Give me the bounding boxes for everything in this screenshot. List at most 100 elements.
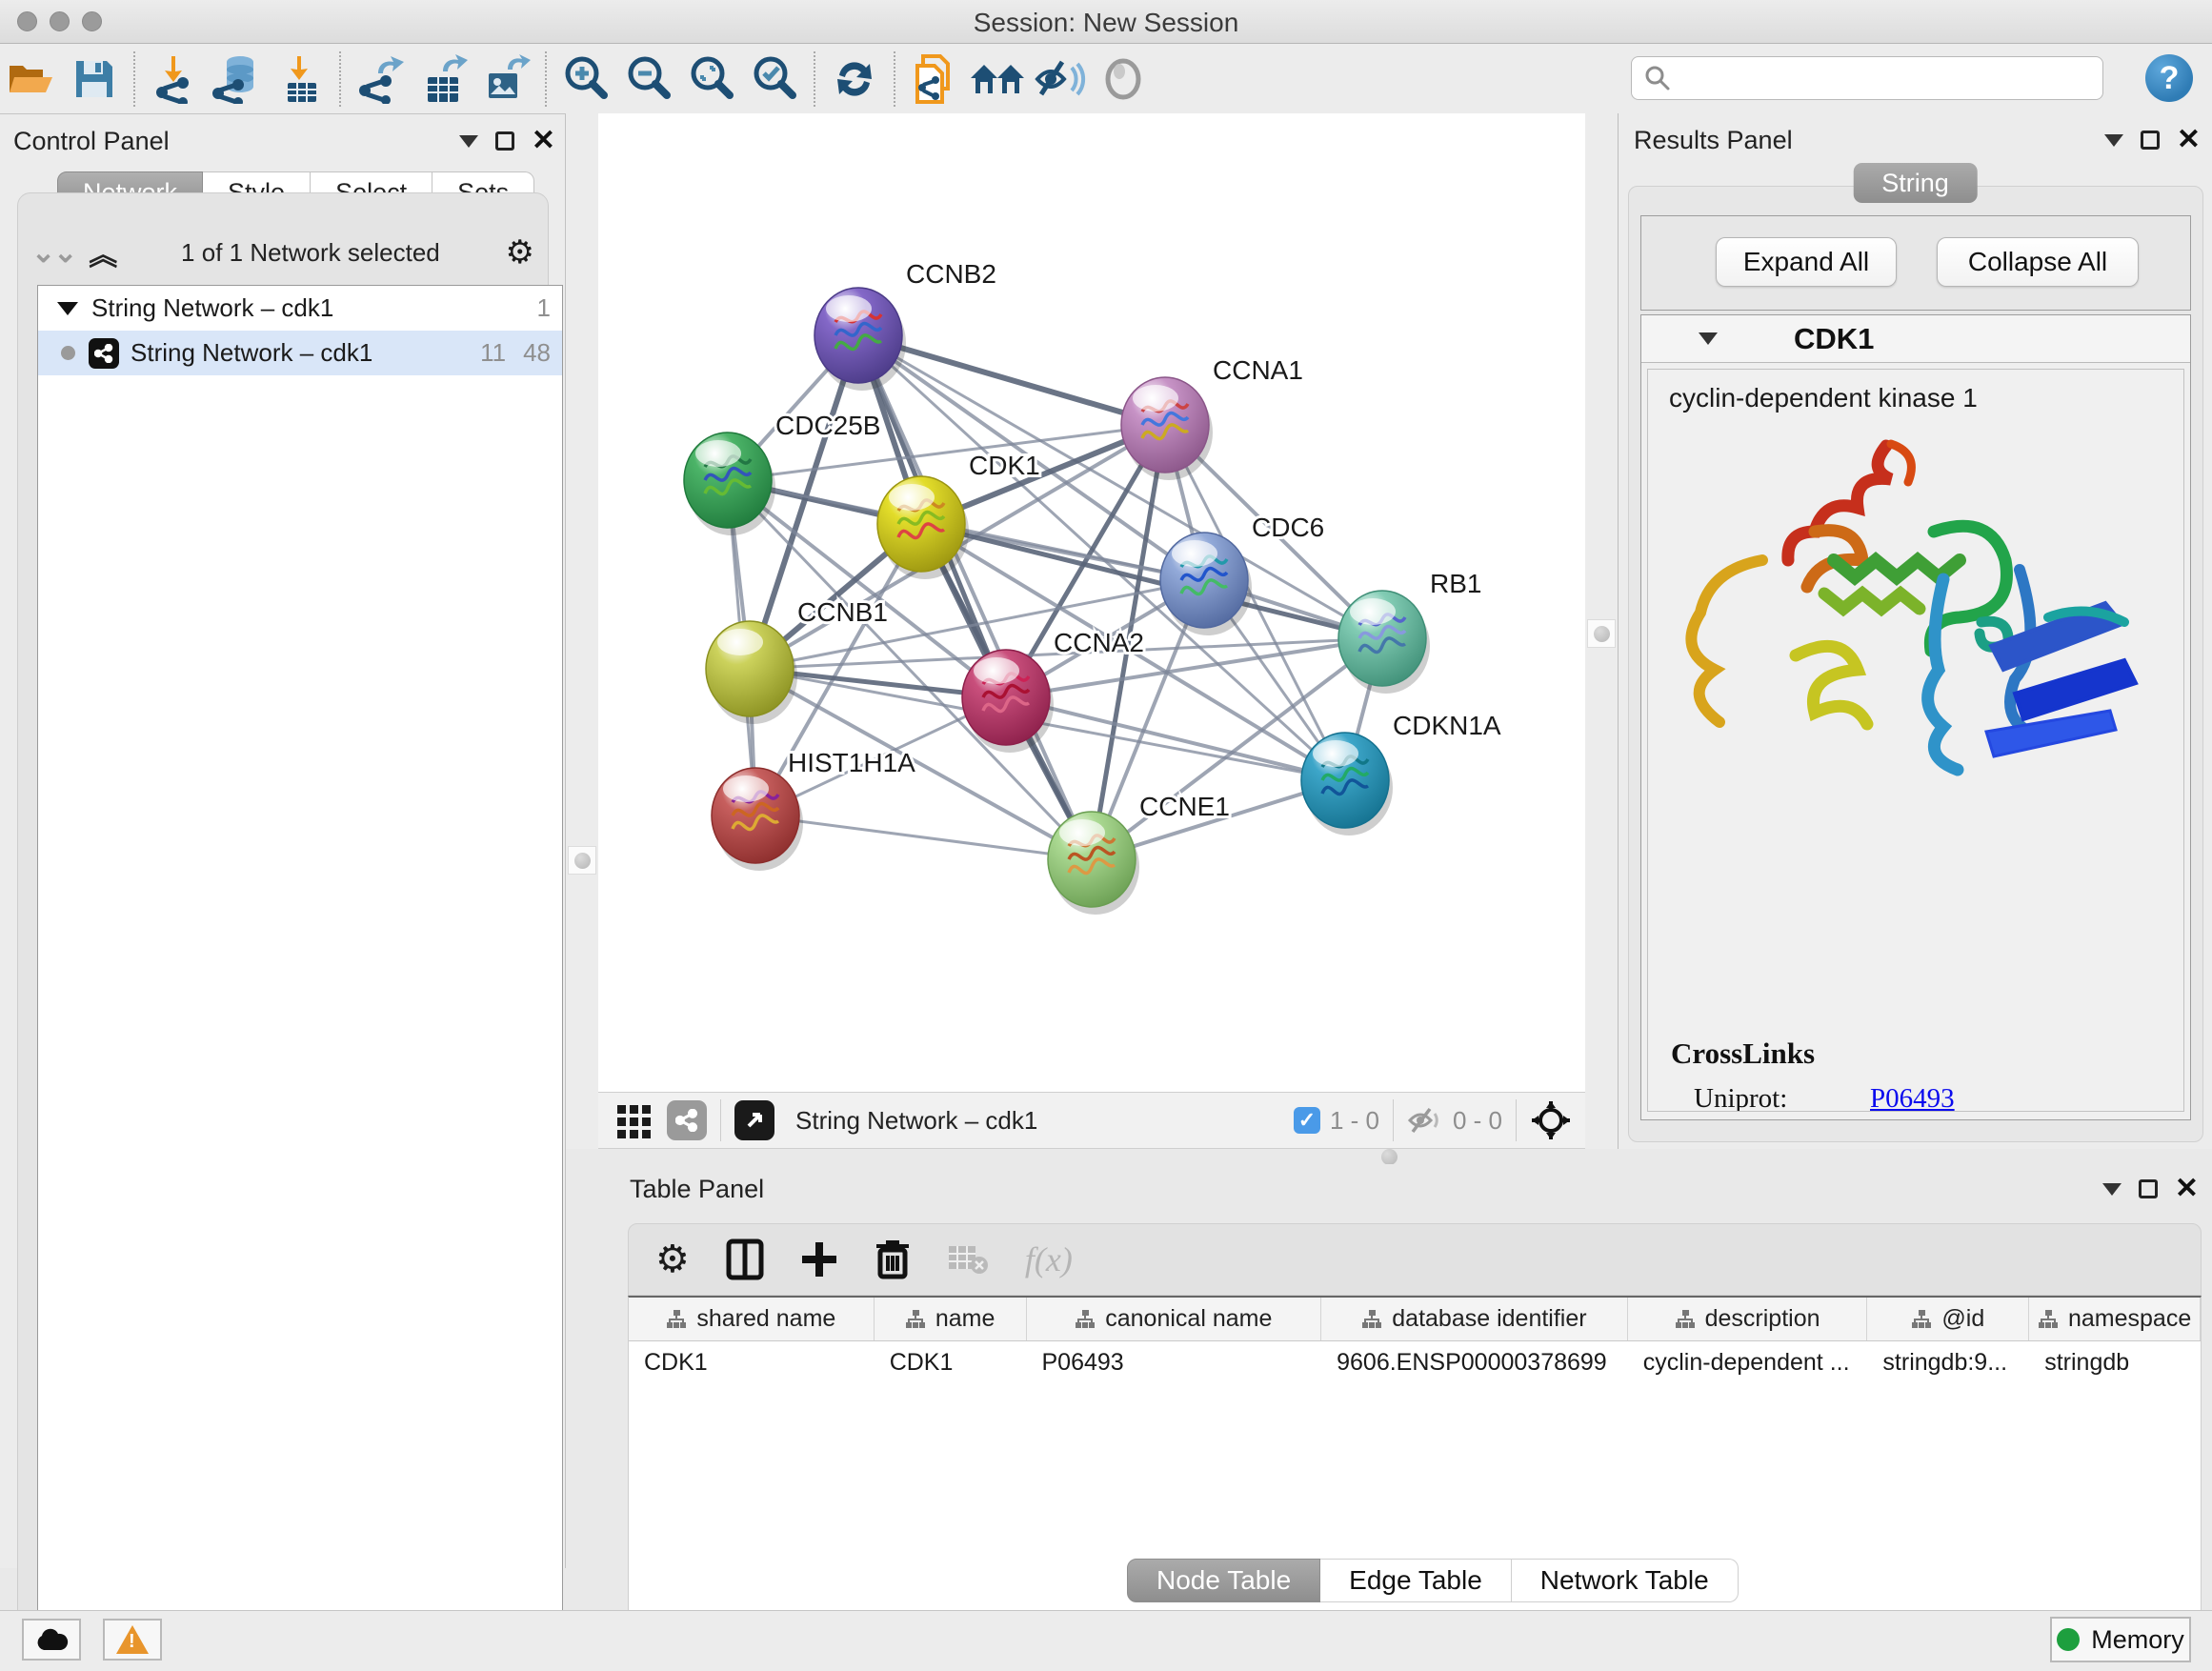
table-cell[interactable]: stringdb: [2029, 1341, 2201, 1383]
crosslinks-section: CrossLinks Uniprot:P06493GeneCard:P06493…: [1671, 1037, 2152, 1112]
hide-unhide-button[interactable]: [1029, 50, 1092, 108]
table-cell[interactable]: P06493: [1027, 1341, 1322, 1383]
import-network-icon: [151, 54, 198, 104]
birds-eye-navigator-icon[interactable]: [1530, 1099, 1572, 1141]
network-options-gear-icon[interactable]: ⚙: [506, 233, 534, 272]
network-node-rb1[interactable]: RB1: [1338, 569, 1481, 694]
node-label-ccnb2: CCNB2: [906, 259, 996, 289]
table-cell[interactable]: 9606.ENSP00000378699: [1321, 1341, 1628, 1383]
column-header-name[interactable]: name: [875, 1298, 1027, 1340]
panel-close-icon[interactable]: ✕: [532, 131, 555, 151]
zoom-in-button[interactable]: [554, 50, 617, 108]
network-node-ccne1[interactable]: CCNE1: [1048, 792, 1230, 915]
network-collection-row[interactable]: String Network – cdk1 1: [38, 286, 562, 331]
node-label-cdkn1a: CDKN1A: [1393, 711, 1501, 740]
network-node-hist1h1a[interactable]: HIST1H1A: [712, 748, 915, 871]
column-header-label: description: [1705, 1305, 1820, 1333]
show-preview-button[interactable]: [1092, 50, 1155, 108]
crosslink-link[interactable]: P06493: [1870, 1083, 1955, 1112]
network-edge[interactable]: [755, 815, 1092, 859]
network-view-title: String Network – cdk1: [795, 1106, 1037, 1136]
network-node-ccna1[interactable]: CCNA1: [1121, 355, 1303, 480]
tab-edge-table[interactable]: Edge Table: [1320, 1559, 1512, 1602]
column-type-icon: [666, 1309, 687, 1330]
tab-network-table[interactable]: Network Table: [1512, 1559, 1739, 1602]
network-edge[interactable]: [858, 335, 1092, 859]
zoom-selected-button[interactable]: [743, 50, 806, 108]
export-image-button[interactable]: [474, 50, 537, 108]
results-tab-string[interactable]: String: [1853, 163, 1978, 203]
zoom-fit-button[interactable]: [680, 50, 743, 108]
panel-float-icon[interactable]: [2141, 131, 2160, 150]
help-button[interactable]: ?: [2145, 54, 2193, 102]
table-cell[interactable]: stringdb:9...: [1867, 1341, 2029, 1383]
column-header-description[interactable]: description: [1628, 1298, 1868, 1340]
network-graph[interactable]: CCNB2CCNA1CDC25BCDK1CDC6RB1CCNB1CCNA2CDK…: [598, 113, 1585, 1092]
horizontal-splitter[interactable]: [566, 1149, 2212, 1164]
network-row[interactable]: String Network – cdk1 11 48: [38, 331, 562, 375]
tree-caret-icon[interactable]: [57, 302, 78, 315]
node-label-cdc6: CDC6: [1252, 513, 1324, 542]
show-columns-icon[interactable]: [726, 1238, 764, 1280]
open-session-button[interactable]: [0, 50, 63, 108]
import-network-from-database-button[interactable]: [206, 50, 269, 108]
selected-checkbox-icon[interactable]: ✓: [1294, 1107, 1320, 1134]
collapse-all-networks-icon[interactable]: ⌄⌄: [31, 236, 75, 270]
tab-node-table[interactable]: Node Table: [1127, 1559, 1320, 1602]
refresh-button[interactable]: [823, 50, 886, 108]
table-cell[interactable]: CDK1: [629, 1341, 875, 1383]
expand-all-networks-icon[interactable]: ︽: [89, 232, 115, 273]
table-row[interactable]: CDK1CDK1P064939606.ENSP00000378699cyclin…: [629, 1341, 2201, 1383]
eye-slash-icon: [1034, 56, 1087, 102]
section-collapse-icon[interactable]: [1699, 332, 1718, 345]
column-header-canonical-name[interactable]: canonical name: [1027, 1298, 1322, 1340]
table-cell[interactable]: cyclin-dependent ...: [1628, 1341, 1868, 1383]
import-table-button[interactable]: [269, 50, 332, 108]
column-header-shared-name[interactable]: shared name: [629, 1298, 875, 1340]
collapse-all-button[interactable]: Collapse All: [1937, 237, 2139, 287]
expand-all-button[interactable]: Expand All: [1716, 237, 1897, 287]
panel-close-icon[interactable]: ✕: [2177, 131, 2201, 150]
memory-button[interactable]: Memory: [2050, 1617, 2191, 1662]
zoom-out-button[interactable]: [617, 50, 680, 108]
expand-collapse-box: Expand All Collapse All: [1640, 215, 2191, 311]
right-divider-handle[interactable]: [1587, 619, 1616, 648]
column-header--id[interactable]: @id: [1867, 1298, 2029, 1340]
column-header-label: shared name: [696, 1305, 835, 1333]
search-input[interactable]: [1672, 59, 2102, 97]
left-divider-handle[interactable]: [568, 846, 596, 875]
column-header-database-identifier[interactable]: database identifier: [1321, 1298, 1628, 1340]
warnings-button[interactable]: [103, 1619, 162, 1661]
panel-float-icon[interactable]: [2139, 1179, 2158, 1198]
panel-menu-icon[interactable]: [459, 135, 478, 148]
export-network-button[interactable]: [349, 50, 412, 108]
gene-section-header[interactable]: CDK1: [1641, 315, 2190, 363]
left-panel-divider[interactable]: [566, 113, 598, 1149]
cloud-status-button[interactable]: [22, 1619, 81, 1661]
delete-column-icon[interactable]: [875, 1238, 911, 1280]
node-label-hist1h1a: HIST1H1A: [788, 748, 915, 777]
duplicate-network-button[interactable]: [903, 50, 966, 108]
string-home-button[interactable]: [966, 50, 1029, 108]
save-session-button[interactable]: [63, 50, 126, 108]
panel-close-icon[interactable]: ✕: [2175, 1179, 2199, 1198]
table-toolbar: ⚙ f(x): [628, 1223, 2202, 1296]
export-table-button[interactable]: [412, 50, 474, 108]
panel-menu-icon[interactable]: [2104, 134, 2123, 147]
houses-icon: [969, 57, 1026, 101]
detach-view-icon[interactable]: [734, 1100, 774, 1140]
node-label-ccne1: CCNE1: [1139, 792, 1230, 821]
panel-float-icon[interactable]: [495, 131, 514, 151]
network-canvas[interactable]: CCNB2CCNA1CDC25BCDK1CDC6RB1CCNB1CCNA2CDK…: [598, 113, 1585, 1092]
panel-menu-icon[interactable]: [2102, 1183, 2122, 1196]
network-node-cdkn1a[interactable]: CDKN1A: [1301, 711, 1501, 836]
table-options-gear-icon[interactable]: ⚙: [655, 1238, 690, 1281]
add-column-icon[interactable]: [800, 1240, 838, 1278]
grid-view-icon[interactable]: [615, 1101, 654, 1139]
selected-node-edge-counts: 1 - 0: [1330, 1106, 1379, 1136]
network-view-icon[interactable]: [667, 1100, 707, 1140]
column-header-namespace[interactable]: namespace: [2029, 1298, 2201, 1340]
import-network-button[interactable]: [143, 50, 206, 108]
toolbar-search-field[interactable]: [1631, 56, 2103, 100]
table-cell[interactable]: CDK1: [875, 1341, 1027, 1383]
